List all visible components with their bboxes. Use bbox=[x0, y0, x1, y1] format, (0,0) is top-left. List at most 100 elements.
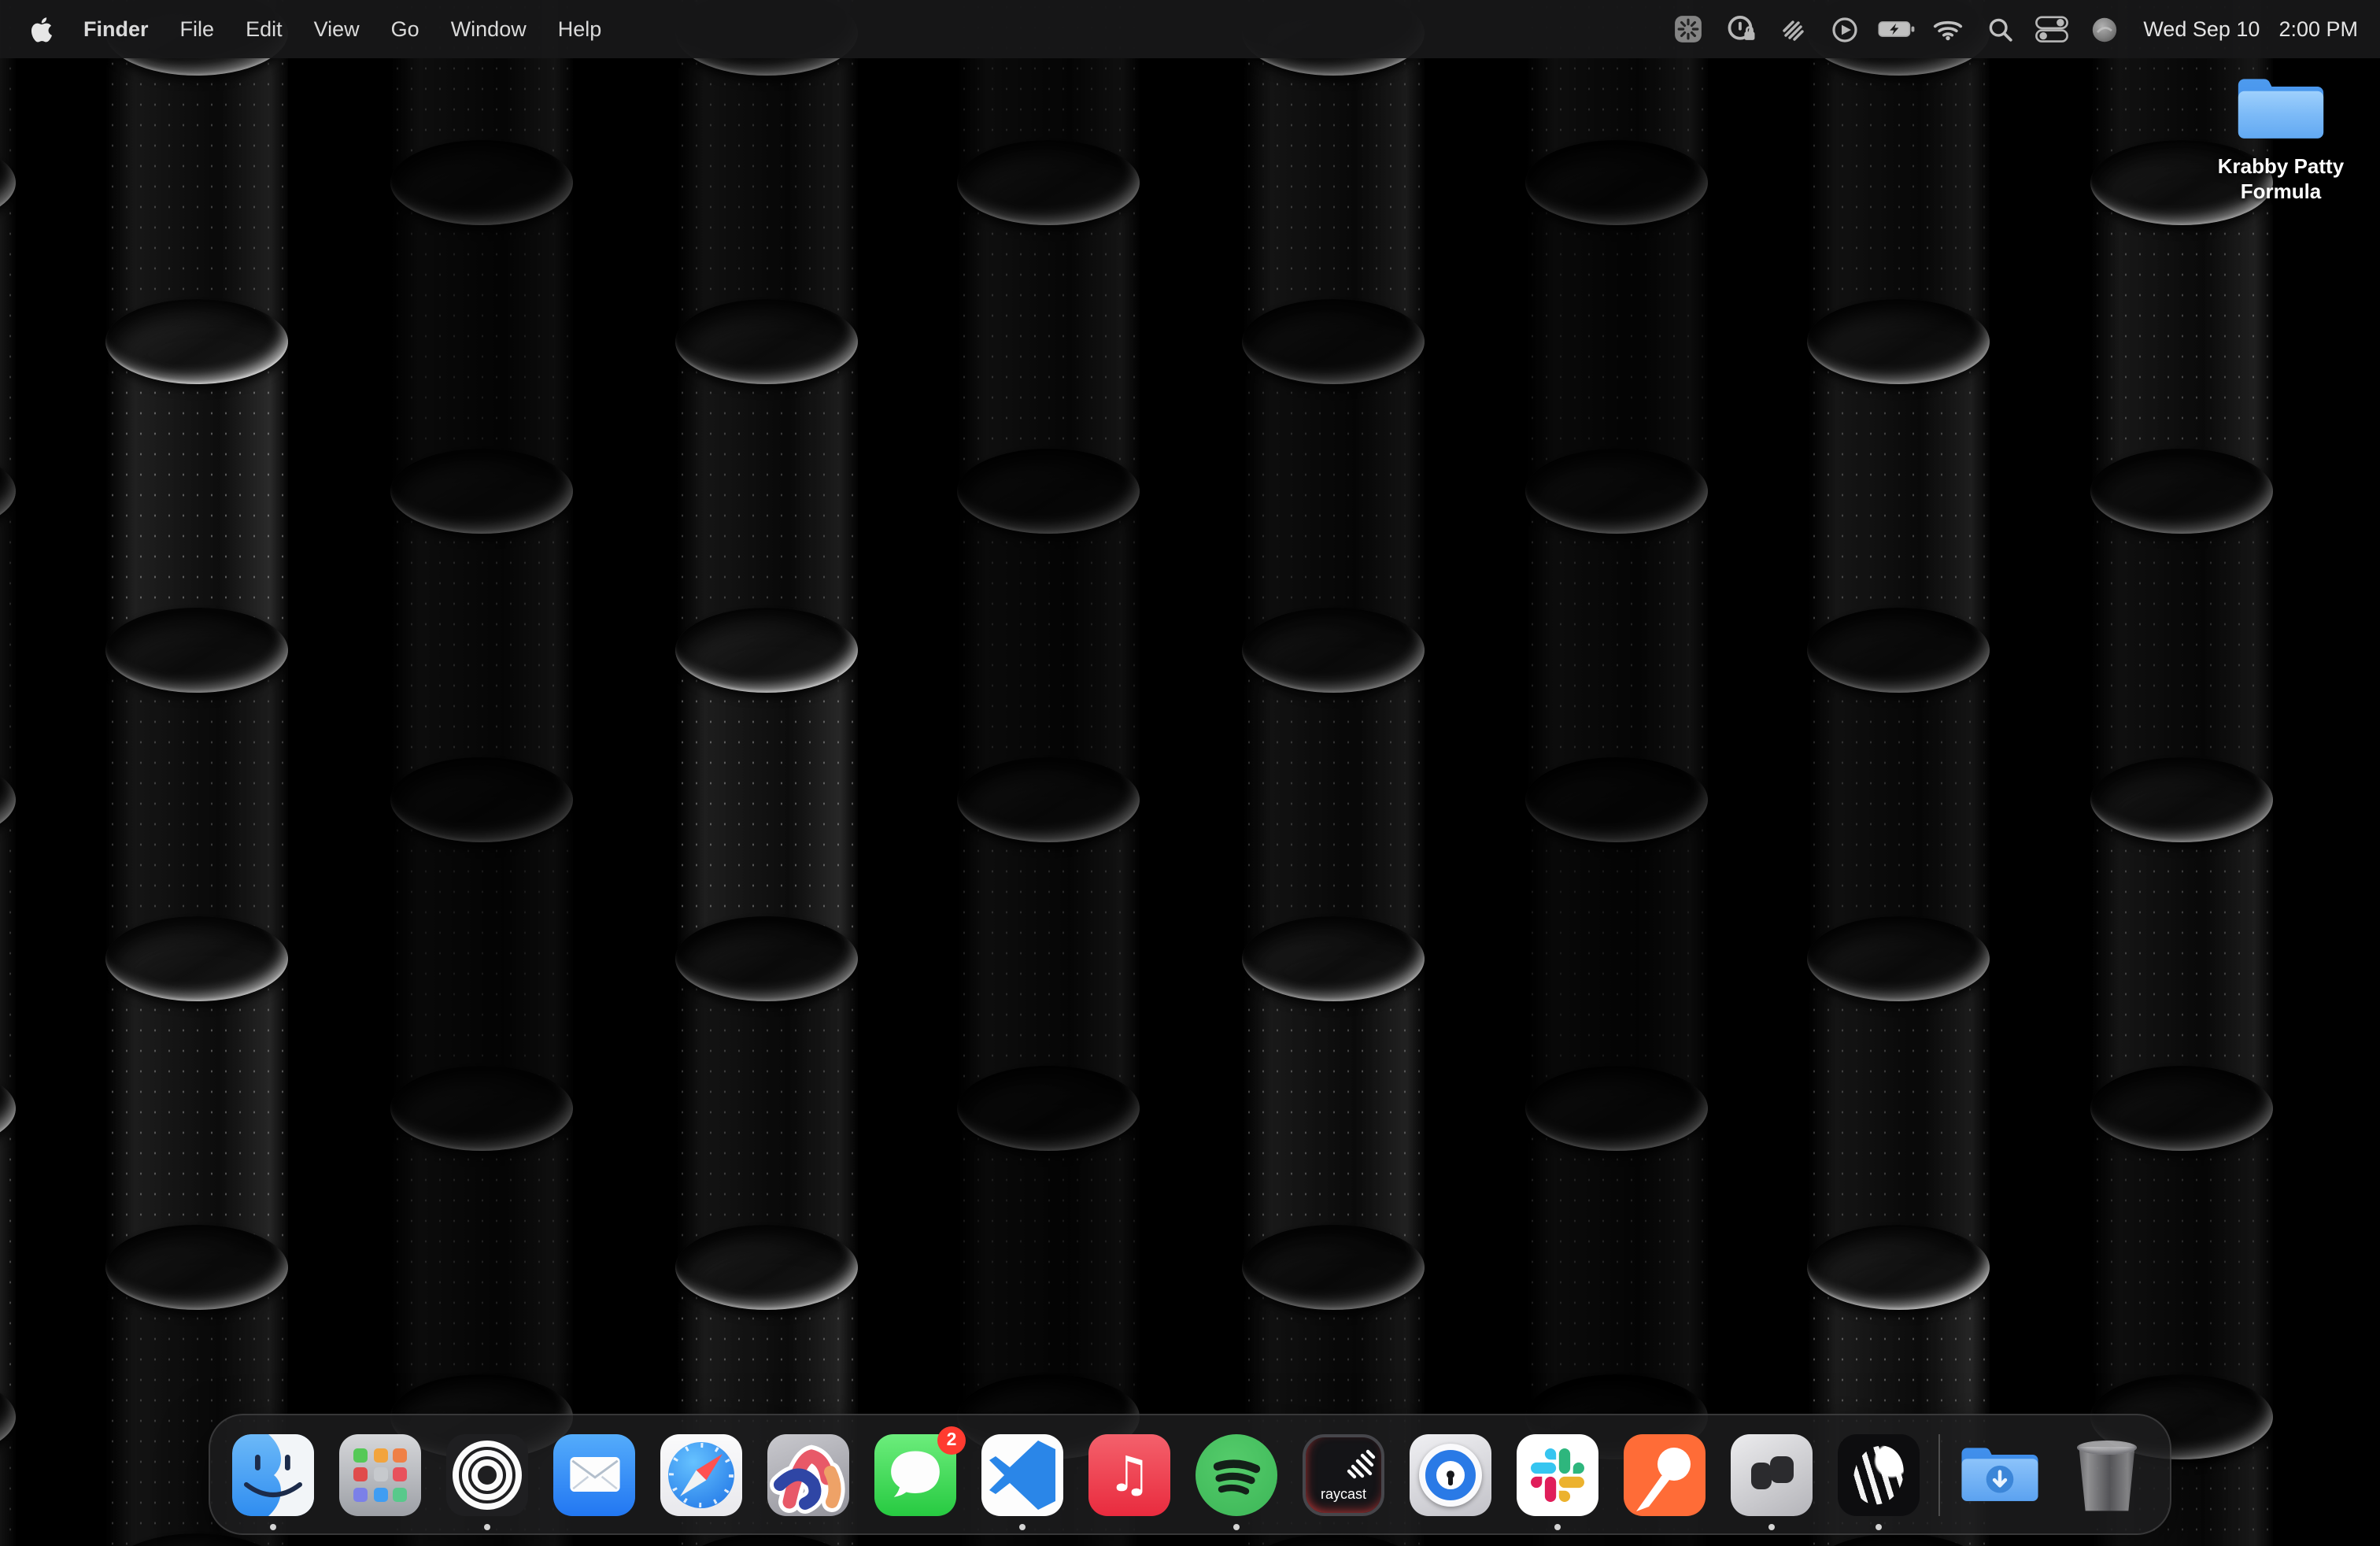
folder-icon bbox=[2235, 74, 2326, 145]
wallpaper-cylinder bbox=[957, 800, 1140, 1108]
wallpaper-cylinder bbox=[1242, 33, 1425, 342]
wallpaper-cylinder bbox=[105, 342, 288, 650]
wallpaper-column bbox=[1525, 0, 1708, 1546]
spotlight-search-icon[interactable] bbox=[1981, 10, 2019, 48]
dock-item-target-circles-app[interactable] bbox=[446, 1433, 528, 1515]
dock-item-finder[interactable] bbox=[232, 1433, 314, 1515]
wallpaper-cylinder bbox=[0, 491, 16, 800]
dock-item-slack[interactable] bbox=[1517, 1433, 1598, 1515]
clock-time: 2:00 PM bbox=[2278, 17, 2358, 41]
dock-item-postman[interactable] bbox=[1624, 1433, 1706, 1515]
dock-item-messages[interactable]: 2 bbox=[874, 1433, 956, 1515]
control-center-icon[interactable] bbox=[2033, 10, 2071, 48]
battery-icon[interactable] bbox=[1877, 10, 1915, 48]
wallpaper-cylinder bbox=[1807, 650, 1990, 959]
siri-icon[interactable] bbox=[2085, 10, 2123, 48]
menu-edit[interactable]: Edit bbox=[230, 0, 298, 58]
music-icon: ♫ bbox=[1088, 1433, 1170, 1515]
menu-go[interactable]: Go bbox=[375, 0, 435, 58]
wallpaper-cylinder bbox=[105, 959, 288, 1267]
wallpaper-cylinder bbox=[390, 800, 573, 1108]
running-indicator bbox=[1233, 1523, 1240, 1529]
dock-item-trash[interactable] bbox=[2066, 1433, 2148, 1515]
running-indicator bbox=[1554, 1523, 1561, 1529]
downloads-folder-icon bbox=[1959, 1433, 2041, 1515]
wallpaper-cylinder bbox=[1807, 959, 1990, 1267]
wallpaper bbox=[0, 0, 2380, 1546]
wallpaper-column bbox=[0, 0, 16, 1546]
desktop-folder-krabby-patty-formula[interactable]: Krabby Patty Formula bbox=[2194, 74, 2367, 205]
spotify-icon bbox=[1196, 1433, 1277, 1515]
wallpaper-column bbox=[390, 0, 573, 1546]
dock-item-launchpad[interactable] bbox=[339, 1433, 421, 1515]
dock-item-striped-sphere-app[interactable] bbox=[1838, 1433, 1920, 1515]
dock-item-music[interactable]: ♫ bbox=[1088, 1433, 1170, 1515]
now-playing-icon[interactable] bbox=[1825, 10, 1863, 48]
wallpaper-cylinder bbox=[390, 491, 573, 800]
apple-logo-icon bbox=[31, 17, 52, 42]
dock-item-mail[interactable] bbox=[553, 1433, 635, 1515]
gray-slash-icon bbox=[1731, 1433, 1813, 1515]
running-indicator bbox=[1768, 1523, 1775, 1529]
running-indicator bbox=[1019, 1523, 1026, 1529]
dock-item-1password[interactable] bbox=[1410, 1433, 1491, 1515]
menu-app-finder[interactable]: Finder bbox=[68, 0, 164, 58]
wallpaper-cylinder bbox=[2090, 491, 2273, 800]
wallpaper-cylinder bbox=[957, 491, 1140, 800]
wallpaper-cylinder bbox=[1525, 183, 1708, 491]
1password-menu-icon[interactable] bbox=[1721, 10, 1759, 48]
dock-item-gray-slash-app[interactable] bbox=[1731, 1433, 1813, 1515]
raycast-icon: raycast bbox=[1303, 1433, 1384, 1515]
mail-icon bbox=[553, 1433, 635, 1515]
dock-item-raycast[interactable]: raycast bbox=[1303, 1433, 1384, 1515]
menu-file[interactable]: File bbox=[164, 0, 231, 58]
wallpaper-column bbox=[105, 0, 288, 1546]
wallpaper-cylinder bbox=[0, 183, 16, 491]
wallpaper-cylinder bbox=[2090, 1108, 2273, 1417]
wallpaper-cylinder bbox=[0, 1417, 16, 1546]
wallpaper-column bbox=[1242, 0, 1425, 1546]
wallpaper-cylinder bbox=[0, 1108, 16, 1417]
wallpaper-cylinder bbox=[1525, 1108, 1708, 1417]
wallpaper-cylinder bbox=[105, 33, 288, 342]
striped-diamond-icon[interactable] bbox=[1773, 10, 1811, 48]
dock-item-downloads[interactable] bbox=[1959, 1433, 2041, 1515]
wallpaper-cylinder bbox=[1525, 491, 1708, 800]
menu-window[interactable]: Window bbox=[435, 0, 542, 58]
menu-bar-clock[interactable]: Wed Sep 10 2:00 PM bbox=[2143, 17, 2358, 41]
dock-item-safari[interactable] bbox=[660, 1433, 742, 1515]
postman-icon bbox=[1624, 1433, 1706, 1515]
wallpaper-cylinder bbox=[390, 1108, 573, 1417]
dock: 2 ♫ raycast bbox=[209, 1414, 2171, 1535]
wallpaper-column bbox=[2090, 0, 2273, 1546]
clock-date: Wed Sep 10 bbox=[2143, 17, 2260, 41]
menu-bar-left: Finder File Edit View Go Window Help bbox=[28, 0, 617, 58]
concentric-circles-icon bbox=[446, 1433, 528, 1515]
raycast-label: raycast bbox=[1306, 1485, 1381, 1501]
launchpad-icon bbox=[339, 1433, 421, 1515]
wallpaper-cylinder bbox=[0, 800, 16, 1108]
wallpaper-cylinder bbox=[2090, 800, 2273, 1108]
arc-browser-icon bbox=[767, 1433, 849, 1515]
apple-menu[interactable] bbox=[28, 17, 68, 42]
wallpaper-cylinder bbox=[675, 33, 858, 342]
music-note-glyph: ♫ bbox=[1107, 1433, 1151, 1515]
wifi-icon[interactable] bbox=[1929, 10, 1967, 48]
wallpaper-cylinder bbox=[390, 183, 573, 491]
dock-item-arc[interactable] bbox=[767, 1433, 849, 1515]
menu-bar-status: Wed Sep 10 2:00 PM bbox=[1669, 10, 2358, 48]
menu-view[interactable]: View bbox=[298, 0, 375, 58]
trash-icon bbox=[2066, 1433, 2148, 1515]
notification-badge: 2 bbox=[937, 1426, 966, 1454]
wallpaper-cylinder bbox=[957, 1108, 1140, 1417]
spinner-burst-icon[interactable] bbox=[1669, 10, 1707, 48]
wallpaper-cylinder bbox=[1242, 959, 1425, 1267]
menu-help[interactable]: Help bbox=[542, 0, 618, 58]
dock-item-vscode[interactable] bbox=[981, 1433, 1063, 1515]
dock-divider bbox=[1938, 1433, 1940, 1515]
slack-icon bbox=[1517, 1433, 1598, 1515]
wallpaper-cylinder bbox=[2090, 183, 2273, 491]
striped-sphere-icon bbox=[1838, 1433, 1920, 1515]
dock-item-spotify[interactable] bbox=[1196, 1433, 1277, 1515]
wallpaper-cylinder bbox=[675, 650, 858, 959]
